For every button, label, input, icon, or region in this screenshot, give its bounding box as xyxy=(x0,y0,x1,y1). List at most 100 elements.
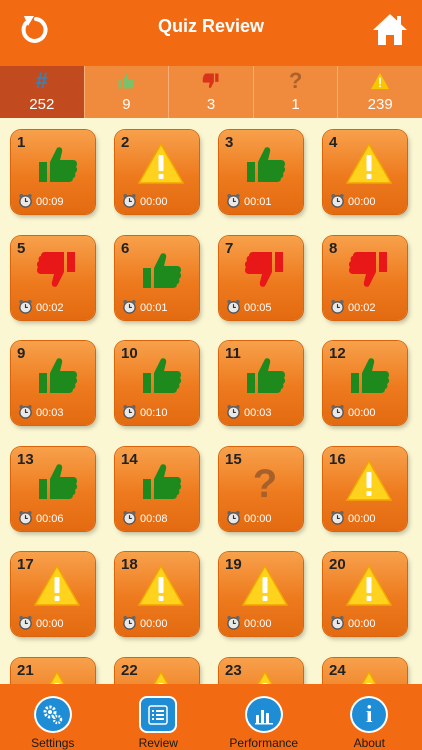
question-tile[interactable]: 16 00:00 xyxy=(323,446,407,531)
thumbs-down-icon xyxy=(200,70,222,92)
question-tile[interactable]: 22 xyxy=(115,657,199,684)
warning-icon xyxy=(33,668,81,684)
question-time: 00:00 xyxy=(348,407,376,419)
warning-icon xyxy=(345,140,393,188)
tab-performance[interactable]: Performance xyxy=(211,684,317,750)
alarm-clock-icon xyxy=(122,193,137,208)
tab-settings[interactable]: Settings xyxy=(0,684,106,750)
thumbs-up-icon xyxy=(115,70,137,92)
question-mark-icon: ? xyxy=(288,68,303,93)
question-number: 9 xyxy=(17,345,26,362)
question-time: 00:10 xyxy=(140,407,168,419)
tab-performance-label: Performance xyxy=(229,736,299,750)
question-tile[interactable]: 2 00:00 xyxy=(115,130,199,214)
alarm-clock-icon xyxy=(18,510,33,525)
question-tile[interactable]: 12 00:00 xyxy=(323,341,407,425)
tab-settings-label: Settings xyxy=(31,736,75,750)
tab-review[interactable]: Review xyxy=(106,684,212,750)
stat-skipped[interactable]: 239 xyxy=(338,66,422,118)
alarm-clock-icon xyxy=(330,404,345,419)
question-number: 21 xyxy=(17,661,34,679)
home-button[interactable] xyxy=(370,10,410,50)
question-tile[interactable]: 3 00:01 xyxy=(219,130,303,214)
question-number: 23 xyxy=(225,661,242,679)
thumbs-up-icon xyxy=(33,140,81,188)
question-time: 00:03 xyxy=(36,407,64,419)
warning-icon xyxy=(345,562,393,610)
question-tile[interactable]: 24 xyxy=(323,657,407,684)
question-time: 00:00 xyxy=(140,618,168,630)
stat-total[interactable]: # 252 xyxy=(0,66,85,118)
question-number: 6 xyxy=(121,239,130,257)
alarm-clock-icon xyxy=(18,615,33,630)
question-time: 00:00 xyxy=(244,512,272,525)
thumbs-down-icon xyxy=(33,246,81,294)
question-tile[interactable]: 5 00:02 xyxy=(11,235,95,320)
question-tile[interactable]: 17 00:00 xyxy=(11,552,95,636)
question-time: 00:06 xyxy=(36,512,64,525)
alarm-clock-icon xyxy=(18,299,33,314)
question-number: 1 xyxy=(17,134,26,151)
question-time: 00:08 xyxy=(140,512,168,525)
bar-chart-icon xyxy=(244,696,283,733)
question-number: 5 xyxy=(17,239,26,257)
question-time: 00:00 xyxy=(244,618,272,630)
stat-correct[interactable]: 9 xyxy=(85,66,170,118)
question-tile[interactable]: 15? 00:00 xyxy=(219,446,303,531)
question-tile[interactable]: 20 00:00 xyxy=(323,552,407,636)
warning-icon xyxy=(137,140,185,188)
top-bar: Quiz Review xyxy=(0,0,422,66)
question-number: 4 xyxy=(329,134,338,151)
question-number: 13 xyxy=(17,450,34,468)
question-tile[interactable]: 11 00:03 xyxy=(219,341,303,425)
thumbs-up-icon xyxy=(241,351,289,399)
list-icon xyxy=(139,696,178,733)
stat-skipped-value: 239 xyxy=(367,96,393,113)
question-tile[interactable]: 4 00:00 xyxy=(323,130,407,214)
warning-icon xyxy=(241,562,289,610)
question-tile[interactable]: 23 xyxy=(219,657,303,684)
alarm-clock-icon xyxy=(330,193,345,208)
question-tile[interactable]: 8 00:02 xyxy=(323,235,407,320)
warning-icon xyxy=(345,457,393,505)
warning-icon xyxy=(137,668,185,684)
alarm-clock-icon xyxy=(226,615,241,630)
question-tile[interactable]: 10 00:10 xyxy=(115,341,199,425)
question-number: 11 xyxy=(225,345,241,362)
question-time: 00:02 xyxy=(348,301,376,314)
question-tile[interactable]: 6 00:01 xyxy=(115,235,199,320)
question-number: 8 xyxy=(329,239,338,257)
alarm-clock-icon xyxy=(330,510,345,525)
question-tile[interactable]: 13 00:06 xyxy=(11,446,95,531)
alarm-clock-icon xyxy=(122,510,137,525)
thumbs-up-icon xyxy=(33,351,81,399)
alarm-clock-icon xyxy=(122,404,137,419)
alarm-clock-icon xyxy=(18,193,33,208)
question-tile[interactable]: 9 00:03 xyxy=(11,341,95,425)
stat-unsure[interactable]: ? 1 xyxy=(254,66,339,118)
svg-text:?: ? xyxy=(253,462,277,505)
alarm-clock-icon xyxy=(18,404,33,419)
alarm-clock-icon xyxy=(226,404,241,419)
alarm-clock-icon xyxy=(122,299,137,314)
question-time: 00:00 xyxy=(348,512,376,525)
question-tile[interactable]: 21 xyxy=(11,657,95,684)
question-tile[interactable]: 1 00:09 xyxy=(11,130,95,214)
thumbs-up-icon xyxy=(345,351,393,399)
question-number: 3 xyxy=(225,134,234,151)
question-tile[interactable]: 7 00:05 xyxy=(219,235,303,320)
tab-bar: Settings Review Performance i About xyxy=(0,684,422,750)
question-number: 15 xyxy=(225,450,242,468)
question-tile[interactable]: 19 00:00 xyxy=(219,552,303,636)
stat-wrong[interactable]: 3 xyxy=(169,66,254,118)
question-number: 2 xyxy=(121,134,130,151)
question-tile[interactable]: 14 00:08 xyxy=(115,446,199,531)
thumbs-down-icon xyxy=(345,246,393,294)
question-time: 00:03 xyxy=(244,407,272,419)
question-time: 00:01 xyxy=(244,196,272,208)
gear-icon xyxy=(33,696,72,733)
warning-icon xyxy=(345,668,393,684)
question-tile[interactable]: 18 00:00 xyxy=(115,552,199,636)
question-time: 00:00 xyxy=(36,618,64,630)
tab-about[interactable]: i About xyxy=(317,684,422,750)
